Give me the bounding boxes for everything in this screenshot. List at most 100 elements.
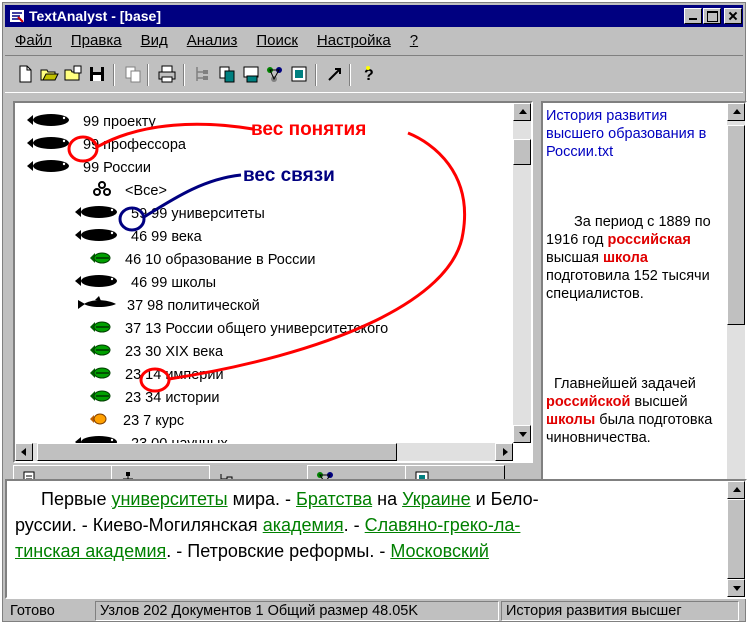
tree-row-text: 37 98 политической	[127, 298, 260, 314]
scroll-left-button[interactable]	[15, 443, 33, 461]
tree-row[interactable]: 59 99 университеты	[73, 203, 265, 225]
tree-row-text: 46 99 века	[131, 229, 202, 245]
tree-row[interactable]: 99 профессора	[25, 134, 186, 156]
scroll-right-button[interactable]	[495, 443, 513, 461]
minimize-button[interactable]	[684, 8, 702, 24]
tree-row[interactable]: 23 7 курс	[89, 410, 184, 432]
tree-row-text: 59 99 университеты	[131, 206, 265, 222]
status-document-name: История развития высшег	[501, 601, 739, 621]
tree-row-text: 46 10 образование в России	[125, 252, 316, 268]
toolbar: ?	[5, 55, 743, 93]
menu-help[interactable]: ?	[400, 32, 427, 49]
summary-icon[interactable]	[289, 64, 309, 84]
documents-icon[interactable]	[217, 64, 237, 84]
tree-row[interactable]: 23 30 XIX века	[89, 341, 223, 363]
window-title: TextAnalyst - [base]	[29, 8, 161, 24]
scroll-down-button[interactable]	[727, 579, 745, 597]
link-universities[interactable]: университеты	[111, 489, 227, 509]
help-icon[interactable]: ?	[359, 64, 379, 84]
app-window: TextAnalyst - [base] Файл Правка Вид Ана…	[2, 2, 747, 622]
link-academy[interactable]: академия	[263, 515, 344, 535]
tree-row[interactable]: 46 10 образование в России	[89, 249, 316, 271]
tree-row-text: <Все>	[125, 183, 167, 199]
tree-row[interactable]: 23 34 истории	[89, 387, 219, 409]
document-title[interactable]: История развития высшего образования в Р…	[546, 107, 726, 161]
tree-row[interactable]: 23 00 научных	[73, 433, 228, 443]
open-base-icon[interactable]	[63, 64, 83, 84]
green-fish-icon	[89, 343, 119, 361]
context-line-3: тинская академия. - Петровские реформы. …	[15, 541, 489, 561]
tree-row[interactable]: 46 99 века	[73, 226, 202, 248]
large-fish-icon	[73, 204, 125, 224]
context-vertical-scrollbar[interactable]	[727, 481, 745, 597]
menu-analysis[interactable]: Анализ	[177, 32, 247, 49]
scroll-up-button[interactable]	[727, 481, 745, 499]
tree-row-text: 23 14 империи	[125, 367, 224, 383]
link-latin-academy[interactable]: тинская академия	[15, 541, 166, 561]
scroll-up-button[interactable]	[513, 103, 531, 121]
menu-file[interactable]: Файл	[5, 32, 61, 49]
network-analysis-icon[interactable]	[265, 64, 285, 84]
tree-row[interactable]: <Все>	[93, 180, 167, 202]
context-text-panel[interactable]: Первые университеты мира. - Братства на …	[5, 479, 747, 599]
semantic-net-icon[interactable]	[241, 64, 261, 84]
scroll-thumb[interactable]	[727, 499, 745, 579]
tree-horizontal-scrollbar[interactable]	[15, 443, 513, 461]
pointer-icon[interactable]	[325, 64, 345, 84]
small-fish-icon	[89, 412, 117, 430]
menu-bar: Файл Правка Вид Анализ Поиск Настройка ?	[5, 29, 743, 51]
large-fish-icon	[73, 227, 125, 247]
tree-row[interactable]: 37 13 России общего университетского	[89, 318, 388, 340]
shark-icon	[77, 296, 121, 316]
copy-icon[interactable]	[123, 64, 143, 84]
open-folder-icon[interactable]	[39, 64, 59, 84]
print-icon[interactable]	[157, 64, 177, 84]
menu-edit[interactable]: Правка	[61, 32, 131, 49]
document-text-panel[interactable]: История развития высшего образования в Р…	[541, 101, 747, 499]
menu-view[interactable]: Вид	[131, 32, 177, 49]
green-fish-icon	[89, 320, 119, 338]
tree-structure-icon[interactable]	[193, 64, 213, 84]
tree-row-text: 99 профессора	[83, 137, 186, 153]
link-ukraine[interactable]: Украине	[402, 489, 471, 509]
tree-row-text: 37 13 России общего университетского	[125, 321, 389, 337]
link-brotherhoods[interactable]: Братства	[296, 489, 372, 509]
menu-settings[interactable]: Настройка	[307, 32, 400, 49]
text-vertical-scrollbar[interactable]	[727, 103, 745, 497]
tree-row-text: 23 34 истории	[125, 390, 220, 406]
link-slavic-greek-latin[interactable]: Славяно-греко-ла-	[365, 515, 521, 535]
tree-row-text: 23 00 научных	[131, 436, 228, 443]
title-bar[interactable]: TextAnalyst - [base]	[5, 5, 743, 27]
tree-row-text: 99 России	[83, 160, 151, 176]
scroll-thumb[interactable]	[37, 443, 397, 461]
large-fish-icon	[25, 135, 77, 155]
tree-row[interactable]: 99 России	[25, 157, 151, 179]
concept-tree[interactable]: 99 проекту 99 профессора 99 России <Все> 59 …	[15, 103, 513, 443]
new-document-icon[interactable]	[15, 64, 35, 84]
scroll-thumb[interactable]	[727, 125, 745, 325]
link-moscow[interactable]: Московский	[390, 541, 489, 561]
toolbar-separator	[113, 64, 115, 86]
all-nodes-icon	[93, 181, 119, 201]
annotation-link-weight: вес связи	[243, 165, 335, 186]
maximize-button[interactable]	[703, 8, 721, 24]
tree-row-text: 99 проекту	[83, 114, 156, 130]
toolbar-separator	[147, 64, 149, 86]
tree-row[interactable]: 46 99 школы	[73, 272, 216, 294]
save-icon[interactable]	[87, 64, 107, 84]
scroll-up-button[interactable]	[727, 103, 745, 121]
tree-row[interactable]: 37 98 политической	[77, 295, 260, 317]
tree-vertical-scrollbar[interactable]	[513, 103, 531, 443]
menu-search[interactable]: Поиск	[246, 32, 307, 49]
tree-row-text: 23 30 XIX века	[125, 344, 224, 360]
tree-row-text: 46 99 школы	[131, 275, 217, 291]
tree-row[interactable]: 99 проекту	[25, 111, 156, 133]
tree-row[interactable]: 23 14 империи	[89, 364, 224, 386]
large-fish-icon	[25, 112, 77, 132]
scroll-thumb[interactable]	[513, 139, 531, 165]
app-icon	[10, 10, 24, 23]
scroll-down-button[interactable]	[513, 425, 531, 443]
close-button[interactable]	[724, 8, 742, 24]
large-fish-icon	[73, 273, 125, 293]
concept-tree-panel: 99 проекту 99 профессора 99 России <Все> 59 …	[13, 101, 533, 463]
